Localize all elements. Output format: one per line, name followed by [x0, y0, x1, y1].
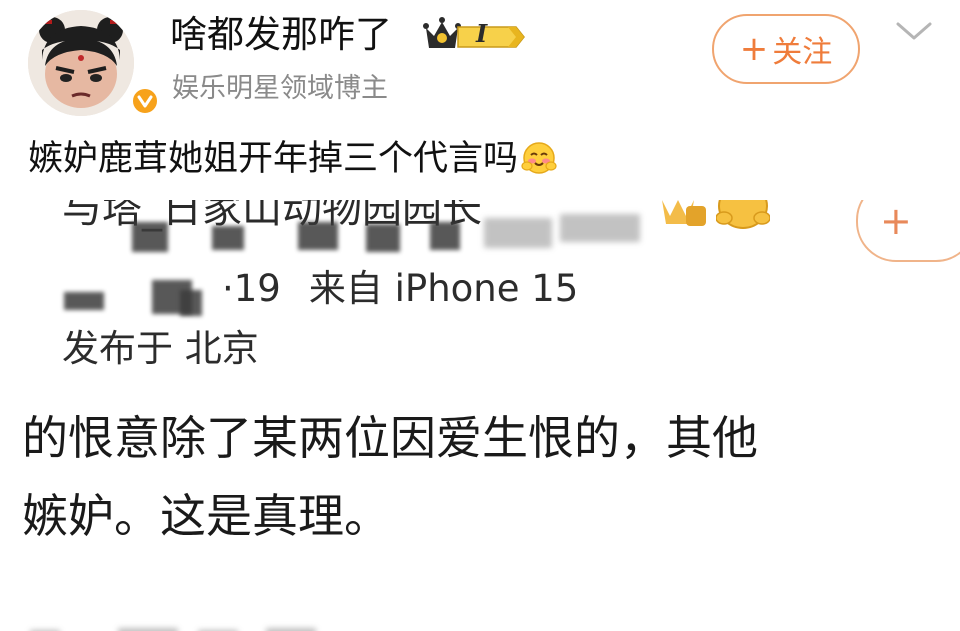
username[interactable]: 啥都发那咋了 — [170, 12, 392, 58]
mosaic-blur — [212, 226, 244, 250]
embedded-screenshot: 与塔_日家山动物园园长 + ·19 来自 iPhone 15 发布于 北京 的恨意… — [0, 200, 960, 631]
follow-label: 关注 — [772, 35, 833, 70]
embedded-follow-button: + — [856, 200, 960, 262]
verified-icon — [130, 86, 160, 116]
mosaic-blur — [132, 222, 168, 252]
follow-button[interactable]: + 关注 — [712, 14, 860, 84]
cartoon-avatar-icon — [28, 10, 134, 116]
post-text: 嫉妒鹿茸她姐开年掉三个代言吗 — [28, 136, 558, 182]
post-body: 嫉妒鹿茸她姐开年掉三个代言吗 — [28, 139, 519, 179]
post-meta: ·19 来自 iPhone 15 — [62, 266, 578, 312]
mosaic-blur — [366, 224, 400, 252]
mosaic-blur — [560, 214, 640, 242]
emoji-icon — [715, 200, 771, 240]
avatar[interactable] — [28, 10, 160, 116]
blush-emoji-icon — [520, 138, 558, 176]
embedded-username-fragment: 与塔_日家山动物园园长 — [62, 200, 482, 232]
mosaic-blur — [298, 222, 338, 250]
quote-line-1: 的恨意除了某两位因爱生恨的，其他 — [22, 411, 758, 465]
post-time: ·19 — [222, 267, 281, 310]
chevron-down-icon[interactable] — [892, 16, 936, 46]
vip-level-text: I — [476, 19, 488, 48]
level-badge-icon — [660, 200, 708, 238]
mosaic-blur — [430, 222, 460, 250]
account-type-label: 娱乐明星领域博主 — [172, 73, 388, 104]
mosaic-blur — [484, 218, 552, 248]
post-source: 来自 iPhone 15 — [308, 267, 579, 310]
vip-badge-icon: I — [422, 14, 526, 54]
plus-icon: + — [739, 29, 769, 69]
quote-line-2: 嫉妒。这是真理。 — [22, 489, 390, 543]
post-location: 发布于 北京 — [62, 327, 259, 370]
mosaic-blur — [30, 624, 330, 631]
